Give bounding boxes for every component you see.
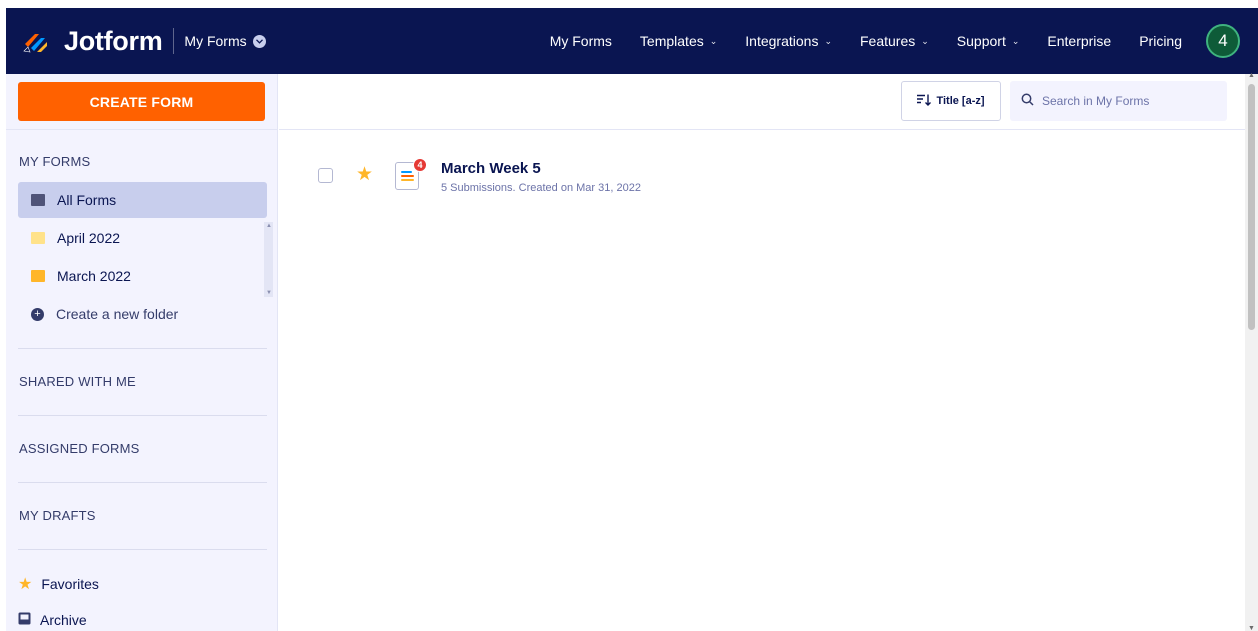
- section-shared-with-me[interactable]: SHARED WITH ME: [19, 374, 136, 389]
- search-input[interactable]: [1042, 94, 1212, 108]
- nav-enterprise[interactable]: Enterprise: [1047, 33, 1111, 49]
- user-avatar[interactable]: 4: [1206, 24, 1240, 58]
- scroll-up-arrow-icon[interactable]: ▲: [1248, 72, 1255, 79]
- nav-label: Features: [860, 33, 916, 49]
- top-navigation-bar: Jotform My Forms My Forms Templates ⌄ Int…: [6, 8, 1258, 74]
- chevron-down-icon: ⌄: [824, 35, 832, 46]
- sidebar-item-archive[interactable]: Archive: [18, 612, 87, 628]
- new-submissions-badge: 4: [413, 158, 427, 172]
- sidebar-item-favorites[interactable]: ★ Favorites: [18, 574, 99, 594]
- context-switcher[interactable]: My Forms: [184, 33, 266, 49]
- nav-label: Pricing: [1139, 33, 1182, 49]
- archive-icon: [18, 612, 31, 628]
- sidebar-divider: [18, 348, 267, 349]
- jotform-logo-icon: [22, 27, 50, 55]
- create-form-button[interactable]: CREATE FORM: [18, 82, 265, 121]
- jotform-logo[interactable]: Jotform: [22, 25, 163, 57]
- forms-list: ★ 4 March Week 5 5 Submissions. Created …: [279, 130, 1245, 631]
- nav-my-forms[interactable]: My Forms: [550, 33, 612, 49]
- section-my-drafts[interactable]: MY DRAFTS: [19, 508, 96, 523]
- folder-icon: [31, 232, 45, 244]
- form-icon-line: [401, 179, 414, 181]
- nav-integrations[interactable]: Integrations ⌄: [745, 33, 832, 49]
- sidebar-divider: [18, 549, 267, 550]
- favorite-star-icon[interactable]: ★: [356, 163, 373, 186]
- form-icon-line: [401, 171, 412, 173]
- form-icon-line: [401, 175, 414, 177]
- context-title: My Forms: [184, 33, 247, 49]
- app-window: Jotform My Forms My Forms Templates ⌄ Int…: [6, 8, 1258, 631]
- star-icon: ★: [18, 576, 33, 593]
- form-meta: 5 Submissions. Created on Mar 31, 2022: [441, 182, 641, 194]
- form-select-checkbox[interactable]: [318, 168, 333, 183]
- nav-features[interactable]: Features ⌄: [860, 33, 929, 49]
- chevron-down-icon: ⌄: [921, 35, 929, 46]
- sort-icon: [917, 94, 932, 109]
- sidebar-divider: [18, 415, 267, 416]
- scroll-down-arrow-icon[interactable]: ▼: [266, 290, 272, 296]
- nav-templates[interactable]: Templates ⌄: [640, 33, 717, 49]
- chevron-down-icon: [252, 34, 266, 48]
- folder-list-scrollbar[interactable]: ▲ ▼: [264, 222, 273, 297]
- form-list-item[interactable]: ★ 4 March Week 5 5 Submissions. Created …: [279, 150, 1245, 200]
- sidebar-item-all-forms[interactable]: All Forms: [18, 182, 267, 218]
- plus-circle-icon: +: [31, 307, 44, 321]
- sidebar-item-label: March 2022: [57, 268, 131, 284]
- sidebar-item-april-2022[interactable]: April 2022: [18, 220, 267, 256]
- chevron-down-icon: ⌄: [709, 35, 718, 46]
- nav-label: My Forms: [549, 33, 612, 49]
- sidebar-item-label: All Forms: [57, 192, 117, 208]
- form-title[interactable]: March Week 5: [441, 160, 541, 177]
- sidebar: CREATE FORM MY FORMS All Forms April 202…: [6, 74, 278, 631]
- nav-label: Templates: [639, 33, 704, 49]
- sort-label: Title [a-z]: [936, 95, 985, 107]
- folder-icon: [31, 194, 45, 206]
- nav-label: Enterprise: [1047, 33, 1112, 49]
- sidebar-divider: [18, 482, 267, 483]
- my-forms-heading: MY FORMS: [19, 154, 91, 169]
- nav-label: Support: [956, 33, 1006, 49]
- archive-label: Archive: [40, 612, 87, 628]
- page-scrollbar[interactable]: ▲ ▼: [1245, 72, 1258, 631]
- favorites-label: Favorites: [41, 576, 99, 592]
- chevron-down-icon: ⌄: [1011, 35, 1020, 46]
- create-folder-label: Create a new folder: [56, 306, 179, 322]
- sidebar-divider: [6, 129, 278, 130]
- section-assigned-forms[interactable]: ASSIGNED FORMS: [19, 441, 140, 456]
- header-divider: [173, 28, 175, 54]
- sidebar-item-march-2022[interactable]: March 2022: [18, 258, 267, 294]
- forms-toolbar: Title [a-z]: [279, 74, 1258, 130]
- sort-button[interactable]: Title [a-z]: [901, 81, 1001, 121]
- main-nav: My Forms Templates ⌄ Integrations ⌄ Featur…: [550, 8, 1258, 74]
- nav-pricing[interactable]: Pricing: [1139, 33, 1182, 49]
- search-icon: [1021, 93, 1034, 109]
- scroll-up-arrow-icon[interactable]: ▲: [266, 223, 272, 229]
- scroll-down-arrow-icon[interactable]: ▼: [1248, 625, 1255, 631]
- search-box[interactable]: [1010, 81, 1227, 121]
- sidebar-item-label: April 2022: [57, 230, 121, 246]
- folder-icon: [31, 270, 45, 282]
- nav-label: Integrations: [745, 33, 819, 49]
- create-new-folder-button[interactable]: + Create a new folder: [18, 296, 267, 332]
- scrollbar-thumb[interactable]: [1248, 84, 1255, 330]
- brand-name: Jotform: [64, 25, 163, 56]
- nav-support[interactable]: Support ⌄: [957, 33, 1020, 49]
